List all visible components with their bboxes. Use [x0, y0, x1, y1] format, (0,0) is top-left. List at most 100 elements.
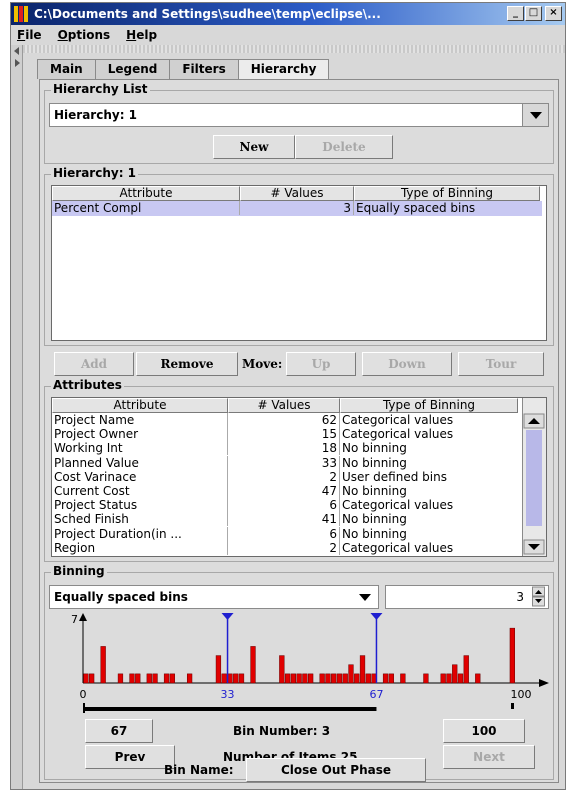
- range-start-handle[interactable]: [83, 703, 85, 713]
- tab-legend[interactable]: Legend: [94, 59, 171, 79]
- histogram-bar: [342, 673, 348, 684]
- maximize-button[interactable]: □: [525, 6, 542, 21]
- menu-options[interactable]: Options: [58, 28, 111, 42]
- x-min-label: 0: [80, 688, 87, 701]
- histogram[interactable]: 7 33 67 0 100: [45, 613, 555, 717]
- bin-count-spinner[interactable]: 3: [385, 585, 549, 609]
- range-bar[interactable]: [83, 707, 377, 711]
- histogram-bar: [475, 673, 481, 684]
- cell-attribute: Working Int: [52, 441, 228, 456]
- spinner-arrows-icon[interactable]: [532, 586, 546, 608]
- histogram-bar: [221, 673, 227, 684]
- window-title: C:\Documents and Settings\sudhee\temp\ec…: [34, 7, 381, 21]
- minimize-button[interactable]: _: [507, 6, 524, 21]
- table-row[interactable]: Project Owner 15 Categorical values: [52, 427, 520, 442]
- cell-values: 6: [228, 526, 340, 541]
- table-row[interactable]: Cost Varinace 2 User defined bins: [52, 469, 520, 485]
- hierarchy-list-title: Hierarchy List: [51, 82, 150, 96]
- cell-attribute: Project Duration(in ...: [52, 526, 228, 541]
- cell-attribute: Region: [52, 540, 228, 555]
- attributes-scrollbar[interactable]: [522, 398, 546, 556]
- tab-hierarchy[interactable]: Hierarchy: [237, 59, 330, 80]
- collapsed-side-panel[interactable]: [11, 45, 23, 789]
- histogram-bar: [250, 646, 256, 684]
- new-button[interactable]: New: [213, 135, 295, 159]
- marker-handle-icon[interactable]: [221, 613, 234, 620]
- tab-main[interactable]: Main: [37, 59, 96, 79]
- histogram-bar: [284, 673, 291, 684]
- menu-file[interactable]: File: [17, 28, 42, 42]
- next-button[interactable]: Next: [443, 745, 535, 769]
- remove-button[interactable]: Remove: [136, 352, 238, 376]
- column-header-values[interactable]: # Values: [228, 398, 340, 413]
- hierarchy-table: Attribute # Values Type of Binning Perce…: [51, 185, 547, 341]
- delete-button[interactable]: Delete: [295, 135, 393, 159]
- bin-name-field[interactable]: Close Out Phase: [246, 758, 426, 782]
- cell-attribute: Project Name: [52, 413, 228, 427]
- histogram-bar: [296, 673, 302, 684]
- cell-values: 18: [228, 441, 340, 456]
- cell-binning: No binning: [342, 441, 407, 456]
- histogram-bar: [388, 673, 394, 684]
- histogram-bar: [354, 673, 360, 684]
- marker-label: 67: [369, 688, 383, 701]
- table-row[interactable]: Region 2 Categorical values: [52, 540, 520, 556]
- binning-method-select[interactable]: Equally spaced bins: [49, 585, 379, 609]
- dropdown-arrow-icon[interactable]: [352, 586, 378, 608]
- title-bar[interactable]: C:\Documents and Settings\sudhee\temp\ec…: [11, 3, 565, 25]
- cell-binning: Equally spaced bins: [356, 201, 476, 215]
- tab-filters[interactable]: Filters: [169, 59, 239, 79]
- splitter-handle[interactable]: [23, 45, 565, 53]
- move-up-button[interactable]: Up: [286, 352, 356, 376]
- menu-bar: File Options Help: [11, 25, 565, 45]
- prev-button[interactable]: Prev: [85, 745, 175, 769]
- table-row[interactable]: Sched Finish 41 No binning: [52, 512, 520, 527]
- bin-high-value[interactable]: 100: [443, 719, 525, 743]
- cell-attribute: Sched Finish: [52, 512, 228, 527]
- dropdown-arrow-icon[interactable]: [522, 104, 548, 126]
- cell-values: 47: [228, 484, 340, 498]
- attributes-group: Attributes Attribute # Values Type of Bi…: [44, 378, 554, 562]
- table-row[interactable]: Project Duration(in ... 6 No binning: [52, 526, 520, 542]
- table-row[interactable]: Working Int 18 No binning: [52, 441, 520, 456]
- binning-group: Binning Equally spaced bins 3 7 33 67 0 …: [44, 564, 555, 780]
- cell-attribute: Project Status: [52, 498, 228, 513]
- histogram-bar: [400, 673, 406, 684]
- histogram-bar: [308, 673, 314, 684]
- column-header-binning[interactable]: Type of Binning: [340, 398, 518, 413]
- cell-binning: Categorical values: [342, 427, 454, 442]
- table-row[interactable]: Current Cost 47 No binning: [52, 484, 520, 499]
- histogram-bar: [331, 673, 337, 684]
- histogram-bar: [83, 673, 89, 684]
- table-row[interactable]: Project Status 6 Categorical values: [52, 498, 520, 513]
- table-row[interactable]: Percent Compl 3 Equally spaced bins: [52, 201, 542, 216]
- hierarchy-select[interactable]: Hierarchy: 1: [49, 103, 549, 127]
- attributes-title: Attributes: [51, 378, 124, 392]
- tour-button[interactable]: Tour: [458, 352, 544, 376]
- table-row[interactable]: Project Name 62 Categorical values: [52, 413, 520, 428]
- cell-attribute: Percent Compl: [52, 201, 240, 215]
- histogram-bar: [371, 673, 377, 684]
- histogram-bar: [336, 673, 343, 684]
- column-header-binning[interactable]: Type of Binning: [354, 186, 540, 201]
- histogram-bar: [152, 673, 158, 684]
- marker-handle-icon[interactable]: [370, 613, 383, 620]
- menu-help[interactable]: Help: [126, 28, 157, 42]
- close-button[interactable]: ×: [545, 6, 562, 21]
- table-row[interactable]: Planned Value 33 No binning: [52, 455, 520, 471]
- column-header-values[interactable]: # Values: [240, 186, 354, 201]
- bin-count-value: 3: [516, 590, 524, 604]
- column-header-attribute[interactable]: Attribute: [52, 398, 228, 413]
- column-header-attribute[interactable]: Attribute: [52, 186, 240, 201]
- range-end-handle[interactable]: [511, 703, 514, 709]
- bin-low-value[interactable]: 67: [85, 719, 153, 743]
- binning-method-value: Equally spaced bins: [54, 590, 188, 604]
- y-axis-arrow-icon: [79, 613, 87, 621]
- cell-values: 2: [228, 469, 340, 484]
- cell-binning: Categorical values: [342, 540, 454, 555]
- hierarchy-group: Hierarchy: 1 Attribute # Values Type of …: [44, 166, 554, 346]
- histogram-bar: [89, 673, 95, 684]
- add-button[interactable]: Add: [54, 352, 134, 376]
- move-down-button[interactable]: Down: [362, 352, 452, 376]
- histogram-bar: [319, 673, 325, 684]
